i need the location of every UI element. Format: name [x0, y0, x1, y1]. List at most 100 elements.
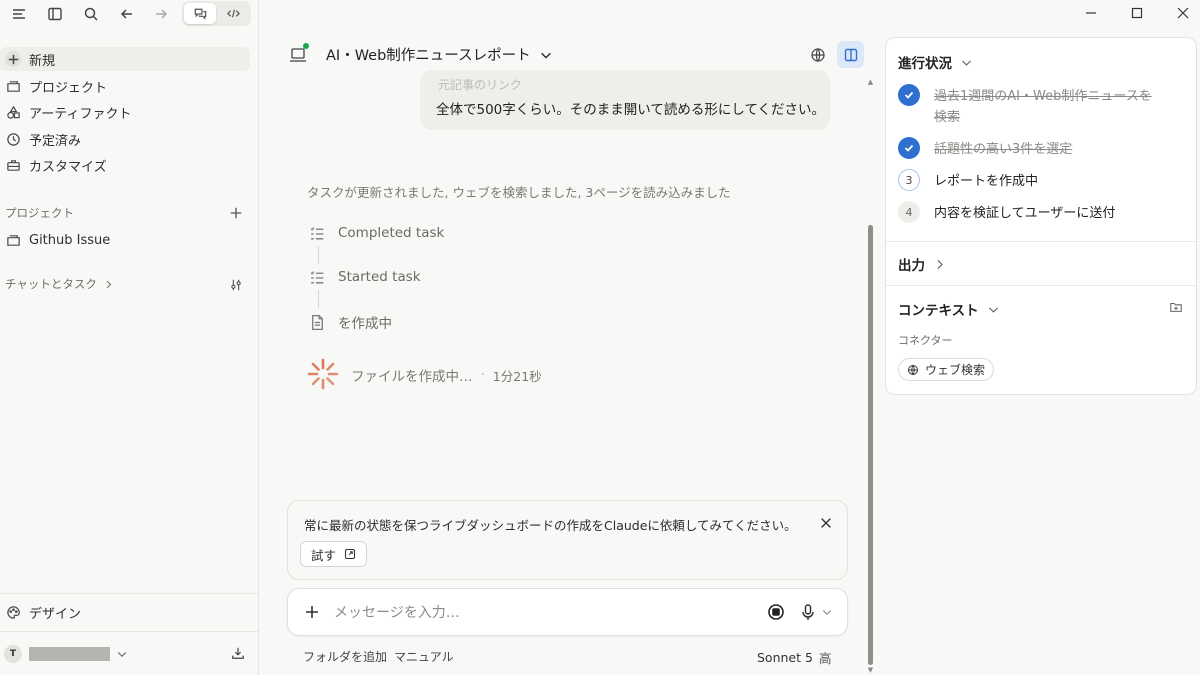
code-mode-button[interactable] [217, 3, 249, 24]
chevron-down-icon [988, 306, 998, 313]
add-folder-icon[interactable] [1169, 300, 1185, 316]
try-button[interactable]: 試す [300, 541, 368, 567]
external-open-icon [344, 548, 356, 560]
sidebar-item-label: Github Issue [29, 232, 111, 248]
progress-step-label: 過去1週間のAI・Web制作ニュースを検索 [934, 89, 1152, 125]
add-project-icon[interactable] [228, 205, 244, 221]
chevron-down-icon [962, 59, 971, 66]
sidebar-item-customize[interactable]: カスタマイズ [0, 153, 250, 177]
manual-link[interactable]: マニュアル [394, 648, 454, 665]
folder-icon [5, 78, 21, 94]
sidebar-item-label: 予定済み [29, 133, 82, 149]
sidebar-item-label: カスタマイズ [29, 159, 107, 175]
sidebar-item-design[interactable]: デザイン [0, 600, 250, 624]
download-icon[interactable] [231, 646, 245, 660]
suggestion-text: 常に最新の状態を保つライブダッシュボードの作成をClaudeに依頼してみてくださ… [304, 518, 797, 533]
progress-step-label: 内容を検証してユーザーに送付 [934, 206, 1116, 221]
avatar[interactable]: T [4, 645, 22, 663]
menu-icon[interactable] [8, 3, 30, 25]
connectors-label: コネクター [898, 334, 953, 347]
projects-section-label: プロジェクト [5, 206, 74, 220]
scrollbar-thumb[interactable] [868, 225, 873, 665]
forward-arrow-icon[interactable] [150, 3, 172, 25]
microphone-icon[interactable] [798, 602, 818, 622]
progress-step: 過去1週間のAI・Web制作ニュースを検索 [898, 84, 1188, 125]
step-creating-file: を作成中 [308, 312, 392, 332]
chevron-down-icon[interactable] [116, 648, 128, 660]
progress-step: 話題性の高い3件を選定 [898, 137, 1188, 159]
chevron-right-icon [937, 259, 943, 269]
working-status: ファイルを作成中… · 1分21秒 [351, 367, 542, 385]
briefcase-icon [5, 157, 21, 173]
chevron-down-icon[interactable] [821, 606, 833, 618]
step-started-task: Started task [308, 268, 421, 286]
sidebar-toggle-icon[interactable] [44, 3, 66, 25]
scroll-down-arrow[interactable]: ▼ [866, 666, 875, 675]
context-header[interactable]: コンテキスト [898, 299, 1000, 319]
back-arrow-icon[interactable] [116, 3, 138, 25]
sidebar-item-label: 新規 [29, 53, 56, 69]
add-folder-link[interactable]: フォルダを追加 [303, 648, 387, 665]
shapes-icon [5, 104, 21, 120]
search-icon[interactable] [80, 3, 102, 25]
filter-sliders-icon[interactable] [228, 277, 244, 293]
chat-mode-button[interactable] [184, 3, 216, 24]
sidebar-divider [0, 631, 259, 632]
plus-icon[interactable] [302, 602, 322, 622]
sidebar-item-label: プロジェクト [29, 80, 108, 96]
chevron-right-icon [106, 280, 112, 288]
chevron-down-icon [540, 52, 551, 59]
message-composer [287, 588, 848, 636]
sidebar-item-projects[interactable]: プロジェクト [0, 74, 250, 98]
suggestion-card: 常に最新の状態を保つライブダッシュボードの作成をClaudeに依頼してみてくださ… [287, 500, 848, 580]
sidebar-item-new[interactable]: 新規 [0, 47, 250, 71]
globe-icon [908, 364, 918, 375]
progress-step-label: レポートを作成中 [934, 174, 1039, 189]
sidebar: 新規 プロジェクト アーティファクト 予定済み カスタマイズ プロジェクト Gi… [0, 0, 259, 675]
task-list-icon [308, 224, 326, 242]
folder-icon [5, 232, 21, 248]
effort-level: 高 [818, 651, 832, 666]
user-message-bubble: 元記事のリンク 全体で500字くらい。そのまま開いて読める形にしてください。 [420, 70, 830, 130]
connector-chip-web-search[interactable]: ウェブ検索 [898, 358, 995, 381]
progress-header[interactable]: 進行状況 [898, 52, 973, 72]
progress-step-label: 話題性の高い3件を選定 [934, 142, 1073, 157]
user-message-text: 全体で500字くらい。そのまま開いて読める形にしてください。 [436, 102, 826, 118]
model-selector[interactable]: Sonnet 5 高 [757, 648, 831, 667]
panel-divider [886, 285, 1196, 286]
chat-area: AI・Web制作ニュースレポート 元記事のリンク 全体で500字くらい。そのまま… [260, 0, 882, 675]
scroll-up-arrow[interactable]: ▲ [866, 78, 875, 87]
step-connector [318, 290, 319, 308]
window-close-icon[interactable] [1174, 4, 1192, 22]
sidebar-item-artifacts[interactable]: アーティファクト [0, 100, 250, 124]
sidebar-divider [0, 593, 259, 594]
clock-icon [5, 131, 21, 147]
step-connector [318, 246, 319, 264]
message-input[interactable] [334, 602, 714, 624]
sidebar-item-label: デザイン [29, 606, 82, 622]
sidebar-item-scheduled[interactable]: 予定済み [0, 127, 250, 151]
activity-summary[interactable]: タスクが更新されました, ウェブを検索しました, 3ページを読み込みました [307, 182, 731, 201]
minimize-icon[interactable] [1082, 4, 1100, 22]
chats-section-label[interactable]: チャットとタスク [5, 276, 114, 292]
maximize-icon[interactable] [1128, 4, 1146, 22]
close-icon[interactable] [816, 513, 836, 533]
globe-icon[interactable] [804, 41, 831, 68]
document-icon [308, 313, 326, 331]
model-name: Sonnet 5 [757, 650, 813, 665]
progress-step-number: 4 [898, 201, 920, 223]
chat-title[interactable]: AI・Web制作ニュースレポート [326, 44, 553, 65]
online-status-dot [303, 43, 309, 49]
progress-step-number: 3 [898, 169, 920, 191]
mode-switcher [182, 1, 251, 26]
panel-divider [886, 241, 1196, 242]
check-icon [898, 84, 920, 106]
plus-icon [5, 51, 21, 67]
user-name-redacted[interactable] [29, 647, 110, 661]
panel-toggle-icon[interactable] [837, 41, 864, 68]
palette-icon [5, 604, 21, 620]
sidebar-item-project-github-issue[interactable]: Github Issue [0, 228, 250, 252]
stop-icon[interactable] [766, 602, 786, 622]
task-list-icon [308, 268, 326, 286]
output-header[interactable]: 出力 [898, 254, 946, 274]
